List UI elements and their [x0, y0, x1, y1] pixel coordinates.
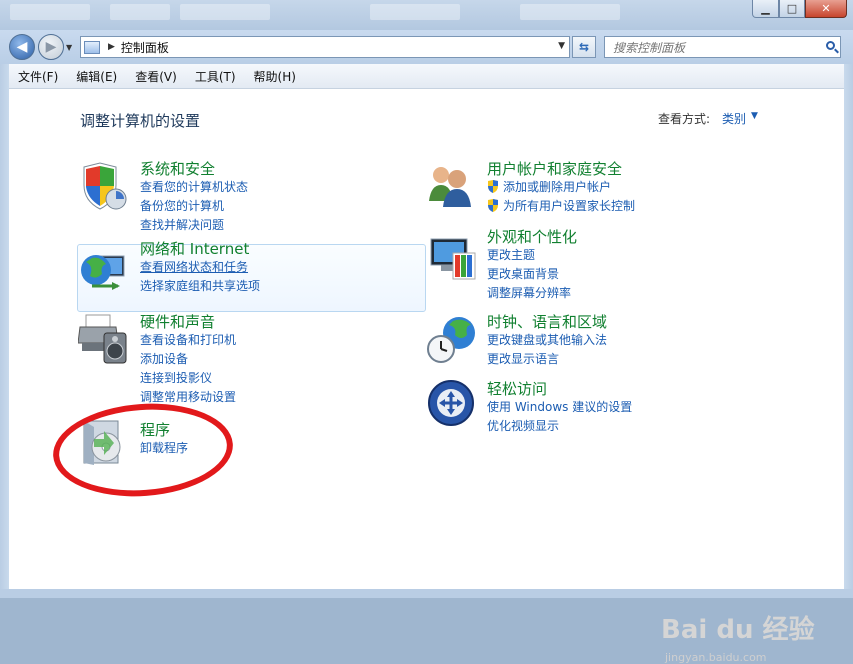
- navigation-bar: ◀ ▶ ▼ ▶ 控制面板 ▼ ⇆: [0, 30, 853, 64]
- category-link[interactable]: 更改键盘或其他输入法: [487, 331, 607, 350]
- category-title[interactable]: 用户帐户和家庭安全: [487, 160, 635, 178]
- search-input[interactable]: [611, 38, 820, 58]
- breadcrumb-arrow-icon[interactable]: ▶: [108, 42, 115, 52]
- control-panel-content: 调整计算机的设置 查看方式: 类别 ▼ 系统和安全 查看您的计算机状态 备份您的…: [9, 89, 844, 664]
- shield-icon[interactable]: [78, 161, 130, 213]
- category-link[interactable]: 查看您的计算机状态: [140, 178, 248, 197]
- category-link[interactable]: 优化视频显示: [487, 417, 632, 436]
- category-clock-language-region: 时钟、语言和区域 更改键盘或其他输入法 更改显示语言: [487, 313, 607, 369]
- arrow-right-icon: ▶: [45, 39, 57, 55]
- category-link[interactable]: 调整屏幕分辨率: [487, 284, 577, 303]
- refresh-button[interactable]: ⇆: [572, 36, 596, 58]
- back-button[interactable]: ◀: [9, 34, 35, 60]
- menu-edit[interactable]: 编辑(E): [67, 68, 126, 85]
- category-link[interactable]: 更改显示语言: [487, 350, 607, 369]
- category-hardware-sound: 硬件和声音 查看设备和打印机 添加设备 连接到投影仪 调整常用移动设置: [140, 313, 236, 407]
- category-link[interactable]: 选择家庭组和共享选项: [140, 277, 260, 296]
- address-bar[interactable]: ▶ 控制面板 ▼: [80, 36, 570, 58]
- category-link[interactable]: 查看网络状态和任务: [140, 258, 260, 277]
- window-frame: [0, 64, 9, 598]
- category-title[interactable]: 网络和 Internet: [140, 240, 260, 258]
- category-system-security: 系统和安全 查看您的计算机状态 备份您的计算机 查找并解决问题: [140, 160, 248, 235]
- background-taskbar-ghost: [180, 4, 270, 20]
- menu-file[interactable]: 文件(F): [9, 68, 67, 85]
- control-panel-icon: [84, 40, 100, 54]
- category-link[interactable]: 查看设备和打印机: [140, 331, 236, 350]
- category-link[interactable]: 添加或删除用户帐户: [487, 178, 635, 197]
- clock-globe-icon[interactable]: [427, 313, 479, 365]
- printer-speaker-icon[interactable]: [78, 313, 130, 365]
- category-appearance: 外观和个性化 更改主题 更改桌面背景 调整屏幕分辨率: [487, 228, 577, 303]
- category-link[interactable]: 备份您的计算机: [140, 197, 248, 216]
- title-bar: ▁ □ ✕: [0, 0, 853, 30]
- background-taskbar-ghost: [520, 4, 620, 20]
- category-link[interactable]: 连接到投影仪: [140, 369, 236, 388]
- view-by-label: 查看方式:: [658, 112, 711, 126]
- category-link[interactable]: 使用 Windows 建议的设置: [487, 398, 632, 417]
- category-title[interactable]: 系统和安全: [140, 160, 248, 178]
- breadcrumb-control-panel[interactable]: 控制面板: [121, 39, 169, 56]
- window-controls: ▁ □ ✕: [752, 0, 847, 18]
- window-frame: [844, 64, 853, 598]
- address-dropdown-icon[interactable]: ▼: [558, 41, 565, 51]
- category-link-text: 为所有用户设置家长控制: [503, 199, 636, 213]
- network-globe-icon[interactable]: [78, 246, 130, 298]
- monitor-palette-icon[interactable]: [427, 235, 479, 287]
- menu-tools[interactable]: 工具(T): [186, 68, 245, 85]
- category-link[interactable]: 查找并解决问题: [140, 216, 248, 235]
- search-icon[interactable]: [826, 41, 835, 50]
- users-icon[interactable]: [425, 159, 477, 211]
- category-network-internet: 网络和 Internet 查看网络状态和任务 选择家庭组和共享选项: [140, 240, 260, 296]
- recent-pages-dropdown[interactable]: ▼: [66, 43, 72, 52]
- background-taskbar-ghost: [10, 4, 90, 20]
- category-title[interactable]: 时钟、语言和区域: [487, 313, 607, 331]
- forward-button[interactable]: ▶: [38, 34, 64, 60]
- chevron-down-icon[interactable]: ▼: [751, 111, 758, 121]
- arrow-left-icon: ◀: [16, 39, 28, 55]
- ease-of-access-icon[interactable]: [427, 379, 479, 431]
- page-title: 调整计算机的设置: [80, 112, 201, 130]
- minimize-button[interactable]: ▁: [752, 0, 779, 18]
- baidu-watermark-url: jingyan.baidu.com: [665, 651, 767, 664]
- uac-shield-icon: [488, 180, 498, 193]
- background-taskbar-ghost: [370, 4, 460, 20]
- category-title[interactable]: 硬件和声音: [140, 313, 236, 331]
- refresh-icon: ⇆: [578, 40, 590, 54]
- category-ease-of-access: 轻松访问 使用 Windows 建议的设置 优化视频显示: [487, 380, 632, 436]
- category-link[interactable]: 添加设备: [140, 350, 236, 369]
- background-taskbar-ghost: [110, 4, 170, 20]
- category-title[interactable]: 外观和个性化: [487, 228, 577, 246]
- menu-bar: 文件(F) 编辑(E) 查看(V) 工具(T) 帮助(H): [9, 64, 844, 89]
- baidu-watermark: Bai du 经验: [661, 615, 815, 645]
- category-link[interactable]: 更改主题: [487, 246, 577, 265]
- category-title[interactable]: 轻松访问: [487, 380, 632, 398]
- uac-shield-icon: [488, 199, 498, 212]
- category-link-text: 添加或删除用户帐户: [503, 180, 612, 194]
- view-by-dropdown[interactable]: 类别: [722, 110, 746, 127]
- maximize-button[interactable]: □: [779, 0, 805, 18]
- menu-help[interactable]: 帮助(H): [245, 68, 305, 85]
- window-frame: [0, 589, 853, 598]
- category-link[interactable]: 更改桌面背景: [487, 265, 577, 284]
- menu-view[interactable]: 查看(V): [126, 68, 186, 85]
- category-link[interactable]: 为所有用户设置家长控制: [487, 197, 635, 216]
- close-button[interactable]: ✕: [805, 0, 847, 18]
- category-user-accounts: 用户帐户和家庭安全 添加或删除用户帐户 为所有用户设置家长控制: [487, 160, 635, 216]
- search-box[interactable]: [604, 36, 841, 58]
